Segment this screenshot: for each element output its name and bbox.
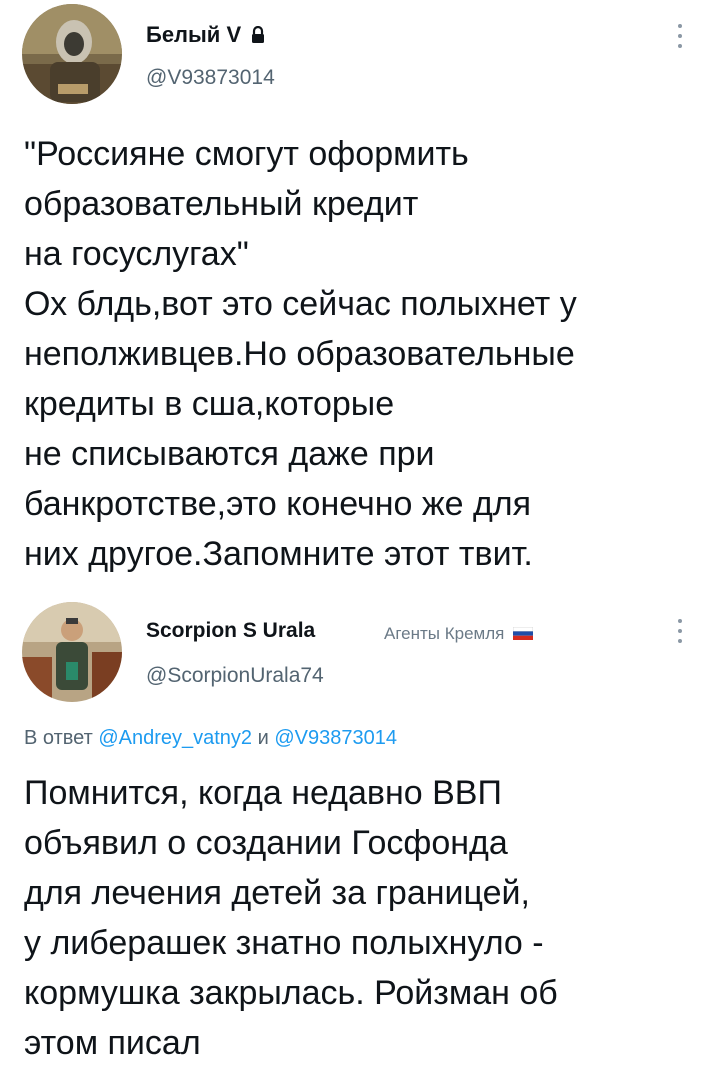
- affiliation-badge[interactable]: Агенты Кремля: [384, 624, 534, 645]
- display-name[interactable]: Белый V: [146, 22, 265, 50]
- tweet-text-line: Ох блдь,вот это сейчас полыхнет у: [24, 285, 577, 323]
- tweet-text-line: банкротстве,это конечно же для: [24, 485, 532, 523]
- tweet-text-line: кредиты в сша,которые: [24, 385, 395, 423]
- reply-and: и: [257, 727, 269, 749]
- russia-flag-icon: [512, 625, 534, 645]
- lock-icon: [251, 24, 265, 50]
- mention-link[interactable]: @Andrey_vatny2: [98, 727, 252, 749]
- avatar[interactable]: [22, 602, 122, 702]
- user-handle[interactable]: @ScorpionUrala74: [146, 664, 324, 688]
- tweet-text-line: "Россияне смогут оформить: [24, 135, 469, 173]
- user-handle[interactable]: @V93873014: [146, 66, 275, 90]
- tweet-text-line: Помнится, когда недавно ВВП: [24, 774, 502, 812]
- tweet-text: Помнится, когда недавно ВВП объявил о со…: [24, 768, 558, 1068]
- tweet-text-line: для лечения детей за границей,: [24, 874, 530, 912]
- tweet-text-line: не списываются даже при: [24, 435, 435, 473]
- tweet-text-line: объявил о создании Госфонда: [24, 824, 508, 862]
- tweet-text-line: у либерашек знатно полыхнуло -: [24, 924, 544, 962]
- reply-prefix: В ответ: [24, 727, 93, 749]
- tweet-text-line: неполживцев.Но образовательные: [24, 335, 575, 373]
- more-options-icon[interactable]: [676, 24, 684, 54]
- tweet-text-line: этом писал: [24, 1024, 201, 1062]
- display-name[interactable]: Scorpion S Urala: [146, 619, 315, 643]
- tweet-text-line: кормушка закрылась. Ройзман об: [24, 974, 558, 1012]
- affiliation-badge-text: Агенты Кремля: [384, 624, 505, 643]
- display-name-text[interactable]: Белый V: [146, 22, 241, 47]
- tweet-text: "Россияне смогут оформить образовательны…: [24, 129, 577, 579]
- tweet-text-line: образовательный кредит: [24, 185, 419, 223]
- more-options-icon[interactable]: [676, 619, 684, 649]
- tweet-text-line: них другое.Запомните этот твит.: [24, 535, 533, 573]
- tweet-text-line: на госуслугах": [24, 235, 249, 273]
- avatar[interactable]: [22, 4, 122, 104]
- mention-link[interactable]: @V93873014: [274, 727, 397, 749]
- reply-context: В ответ @Andrey_vatny2 и @V93873014: [24, 727, 397, 750]
